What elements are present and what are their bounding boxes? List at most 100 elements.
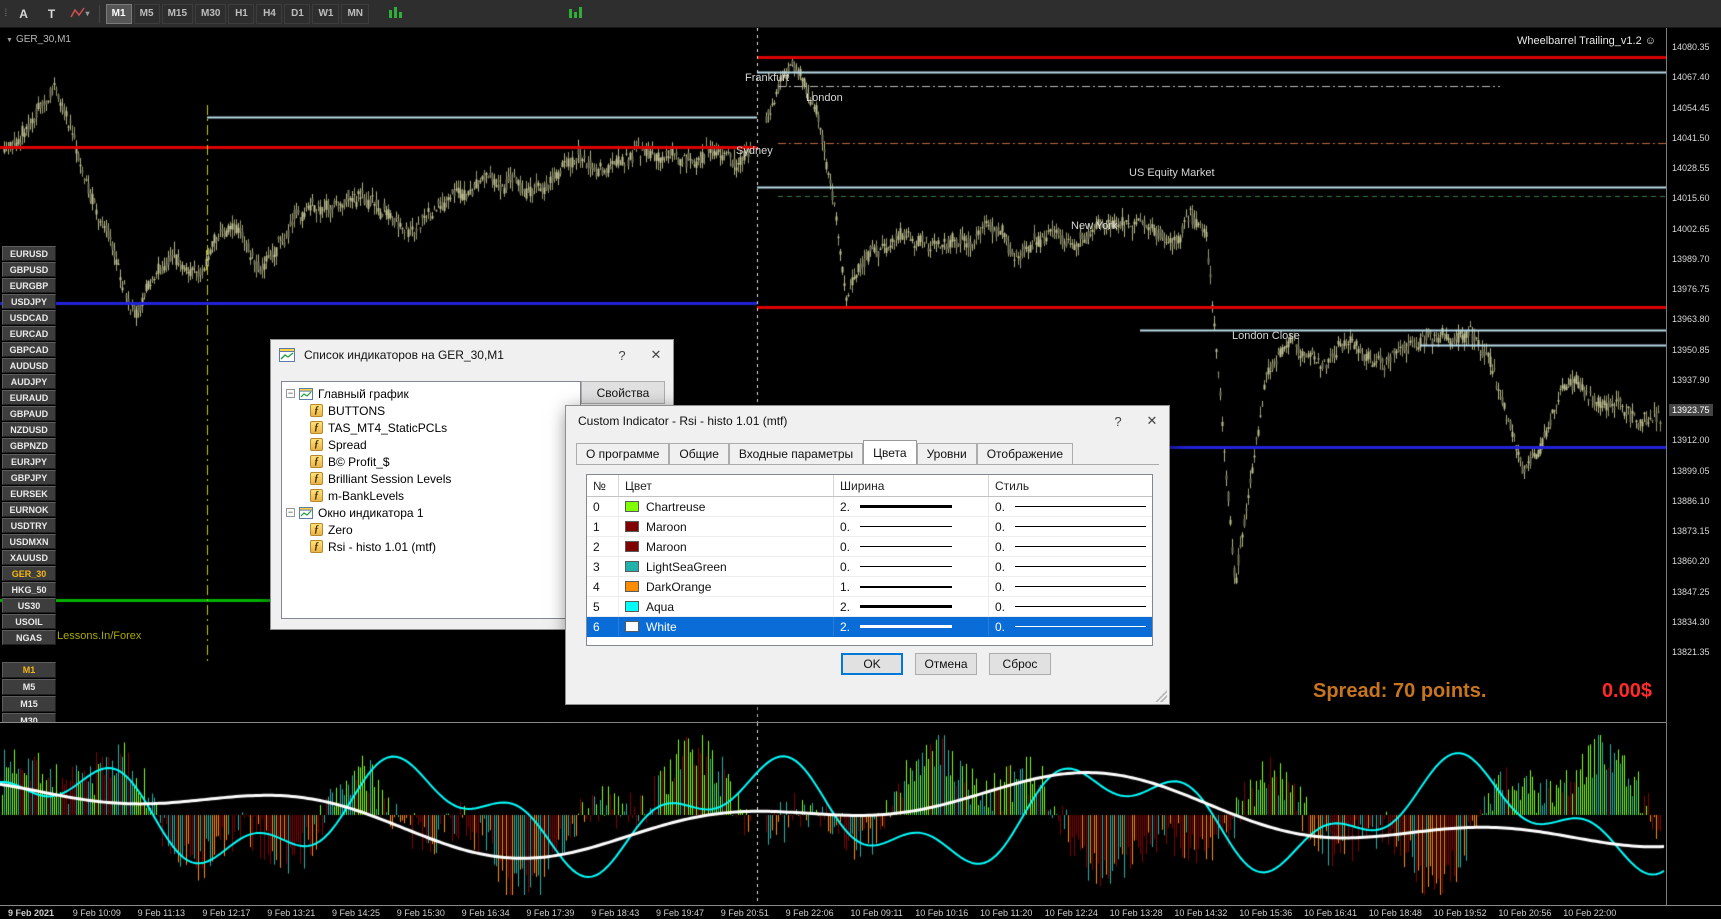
timeframe-button-w1[interactable]: W1 [312, 3, 340, 24]
symbol-button-eurcad[interactable]: EURCAD [2, 326, 56, 341]
symbol-button-gbpusd[interactable]: GBPUSD [2, 262, 56, 277]
symbol-button-euraud[interactable]: EURAUD [2, 390, 56, 405]
timeframe-button-mn[interactable]: MN [341, 3, 370, 24]
tree-item[interactable]: ƒ Zero [284, 521, 578, 538]
symbol-button-usoil[interactable]: USOIL [2, 614, 56, 629]
timeframe-button-m30[interactable]: M30 [195, 3, 227, 24]
tree-item-label: Brilliant Session Levels [328, 471, 452, 486]
tree-item[interactable]: ƒ m-BankLevels [284, 487, 578, 504]
time-label: 10 Feb 16:41 [1304, 908, 1358, 918]
symbol-button-ger_30[interactable]: GER_30 [2, 566, 56, 581]
tree-item[interactable]: ƒ BUTTONS [284, 402, 578, 419]
color-row-6[interactable]: 6 White 2. 0. [587, 617, 1152, 637]
timeframe-button-d1[interactable]: D1 [284, 3, 311, 24]
symbol-button-usdcad[interactable]: USDCAD [2, 310, 56, 325]
timeframe-button-h1[interactable]: H1 [228, 3, 255, 24]
symbol-button-us30[interactable]: US30 [2, 598, 56, 613]
color-row-1[interactable]: 1 Maroon 0. 0. [587, 517, 1152, 537]
symbol-button-hkg_50[interactable]: HKG_50 [2, 582, 56, 597]
symbol-button-gbpnzd[interactable]: GBPNZD [2, 438, 56, 453]
symbol-button-audjpy[interactable]: AUDJPY [2, 374, 56, 389]
period-button-m1[interactable]: M1 [2, 662, 56, 678]
tree-item[interactable]: ƒ Brilliant Session Levels [284, 470, 578, 487]
properties-button[interactable]: Свойства [581, 381, 665, 404]
timeframe-button-m5[interactable]: M5 [133, 3, 160, 24]
collapse-icon[interactable]: − [286, 508, 295, 517]
price-label: 13950.85 [1672, 344, 1710, 355]
tab-уровни[interactable]: Уровни [916, 443, 977, 465]
symbol-button-ngas[interactable]: NGAS [2, 630, 56, 645]
price-label: 14028.55 [1672, 163, 1710, 173]
mini-chart-icon[interactable] [568, 6, 584, 20]
close-icon[interactable]: ✕ [1135, 406, 1169, 436]
symbol-button-usdmxn[interactable]: USDMXN [2, 534, 56, 549]
symbol-button-eurjpy[interactable]: EURJPY [2, 454, 56, 469]
collapse-icon[interactable]: − [286, 389, 295, 398]
tree-item[interactable]: ƒ B© Profit_$ [284, 453, 578, 470]
symbol-button-gbpjpy[interactable]: GBPJPY [2, 470, 56, 485]
tree-item[interactable]: ƒ Rsi - histo 1.01 (mtf) [284, 538, 578, 555]
tab-отображение[interactable]: Отображение [976, 443, 1074, 465]
period-button-m5[interactable]: M5 [2, 679, 56, 695]
symbol-button-usdtry[interactable]: USDTRY [2, 518, 56, 533]
cancel-button[interactable]: Отмена [915, 653, 977, 675]
chart-window-icon [299, 506, 313, 519]
dialog-titlebar[interactable]: Custom Indicator - Rsi - histo 1.01 (mtf… [566, 406, 1169, 436]
color-name: LightSeaGreen [646, 559, 727, 574]
close-icon[interactable]: ✕ [639, 340, 673, 370]
tree-group[interactable]: − Главный график [284, 385, 578, 402]
color-row-0[interactable]: 0 Chartreuse 2. 0. [587, 497, 1152, 517]
help-button[interactable]: ? [605, 340, 639, 370]
symbol-button-usdjpy[interactable]: USDJPY [2, 294, 56, 309]
tab-входные-параметры[interactable]: Входные параметры [728, 443, 864, 465]
help-button[interactable]: ? [1101, 406, 1135, 436]
tree-item[interactable]: ƒ Spread [284, 436, 578, 453]
rsi-histogram-canvas[interactable] [0, 723, 1666, 905]
ok-button[interactable]: OK [841, 653, 903, 675]
toolbar-separator [98, 4, 100, 23]
symbol-button-gbpaud[interactable]: GBPAUD [2, 406, 56, 421]
tree-item[interactable]: ƒ TAS_MT4_StaticPCLs [284, 419, 578, 436]
color-row-2[interactable]: 2 Maroon 0. 0. [587, 537, 1152, 557]
price-label: 13912.00 [1672, 435, 1710, 446]
tab-о-программе[interactable]: О программе [576, 443, 670, 465]
symbol-button-eurgbp[interactable]: EURGBP [2, 278, 56, 293]
tab-общие[interactable]: Общие [669, 443, 729, 465]
timeframe-button-m1[interactable]: M1 [105, 3, 132, 24]
price-label: 13886.10 [1672, 495, 1710, 506]
timeframe-button-h4[interactable]: H4 [256, 3, 283, 24]
toolbar-grip[interactable]: ⁞⁞ [0, 8, 10, 19]
time-axis[interactable]: 9 Feb 2021 9 Feb 10:09 9 Feb 11:13 9 Feb 12… [0, 905, 1721, 919]
symbol-button-xauusd[interactable]: XAUUSD [2, 550, 56, 565]
mini-chart-icon[interactable] [388, 6, 404, 20]
width-value: 0. [840, 519, 851, 534]
symbol-button-nzdusd[interactable]: NZDUSD [2, 422, 56, 437]
timeframe-button-m15[interactable]: M15 [161, 3, 194, 24]
color-row-5[interactable]: 5 Aqua 2. 0. [587, 597, 1152, 617]
color-row-3[interactable]: 3 LightSeaGreen 0. 0. [587, 557, 1152, 577]
period-button-m15[interactable]: M15 [2, 696, 56, 712]
text-label-tool-button[interactable]: A [10, 2, 37, 25]
indicator-properties-dialog: Custom Indicator - Rsi - histo 1.01 (mtf… [565, 405, 1170, 705]
style-value: 0. [995, 619, 1006, 634]
dialog-title: Custom Indicator - Rsi - histo 1.01 (mtf… [578, 414, 788, 428]
time-label: 9 Feb 22:06 [785, 908, 834, 918]
symbol-button-audusd[interactable]: AUDUSD [2, 358, 56, 373]
symbol-button-eurnok[interactable]: EURNOK [2, 502, 56, 517]
text-tool-button[interactable]: T [38, 2, 65, 25]
reset-button[interactable]: Сброс [989, 653, 1051, 675]
symbol-button-eurusd[interactable]: EURUSD [2, 246, 56, 261]
resize-grip[interactable] [1155, 690, 1167, 702]
color-settings-table[interactable]: № Цвет Ширина Стиль 0 Chartreuse 2. 0. 1 Maroon 0.… [586, 474, 1153, 646]
symbol-button-eursek[interactable]: EURSEK [2, 486, 56, 501]
price-scale[interactable]: 14080.35 14067.40 14054.45 14041.50 14028.55… [1666, 28, 1721, 919]
width-line-sample [860, 566, 953, 567]
dialog-titlebar[interactable]: Список индикаторов на GER_30,M1 ? ✕ [271, 340, 673, 370]
indicators-tool-button[interactable]: ▾ [66, 2, 93, 25]
tree-group[interactable]: − Окно индикатора 1 [284, 504, 578, 521]
indicator-tree[interactable]: − Главный график ƒ BUTTONS ƒ TAS_MT4_StaticPC… [281, 381, 581, 619]
tab-цвета[interactable]: Цвета [863, 440, 917, 464]
color-row-4[interactable]: 4 DarkOrange 1. 0. [587, 577, 1152, 597]
symbol-button-gbpcad[interactable]: GBPCAD [2, 342, 56, 357]
width-value: 2. [840, 499, 851, 514]
